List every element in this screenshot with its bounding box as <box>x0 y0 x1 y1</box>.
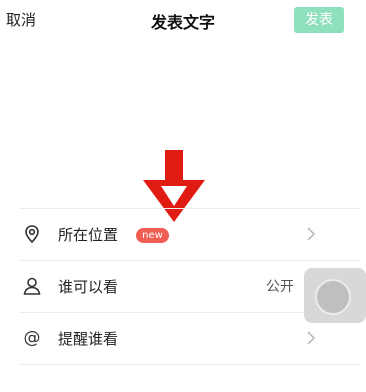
chevron-right-icon <box>307 227 316 241</box>
publish-button[interactable]: 发表 <box>294 7 344 33</box>
visibility-value: 公开 <box>266 279 294 295</box>
at-icon: @ <box>24 328 41 348</box>
person-icon <box>23 277 41 295</box>
new-badge: new <box>136 228 169 243</box>
divider <box>20 364 360 365</box>
location-label: 所在位置 <box>58 226 119 244</box>
chevron-right-icon <box>307 331 316 345</box>
visibility-label: 谁可以看 <box>58 278 119 296</box>
location-pin-icon <box>25 225 39 244</box>
assistive-touch-button[interactable] <box>304 268 366 323</box>
location-row[interactable]: 所在位置 new <box>0 209 366 260</box>
svg-text:@: @ <box>24 328 41 348</box>
mention-label: 提醒谁看 <box>58 330 119 348</box>
assistive-touch-dot <box>315 279 351 315</box>
top-bar: 取消 发表文字 发表 <box>0 0 366 40</box>
